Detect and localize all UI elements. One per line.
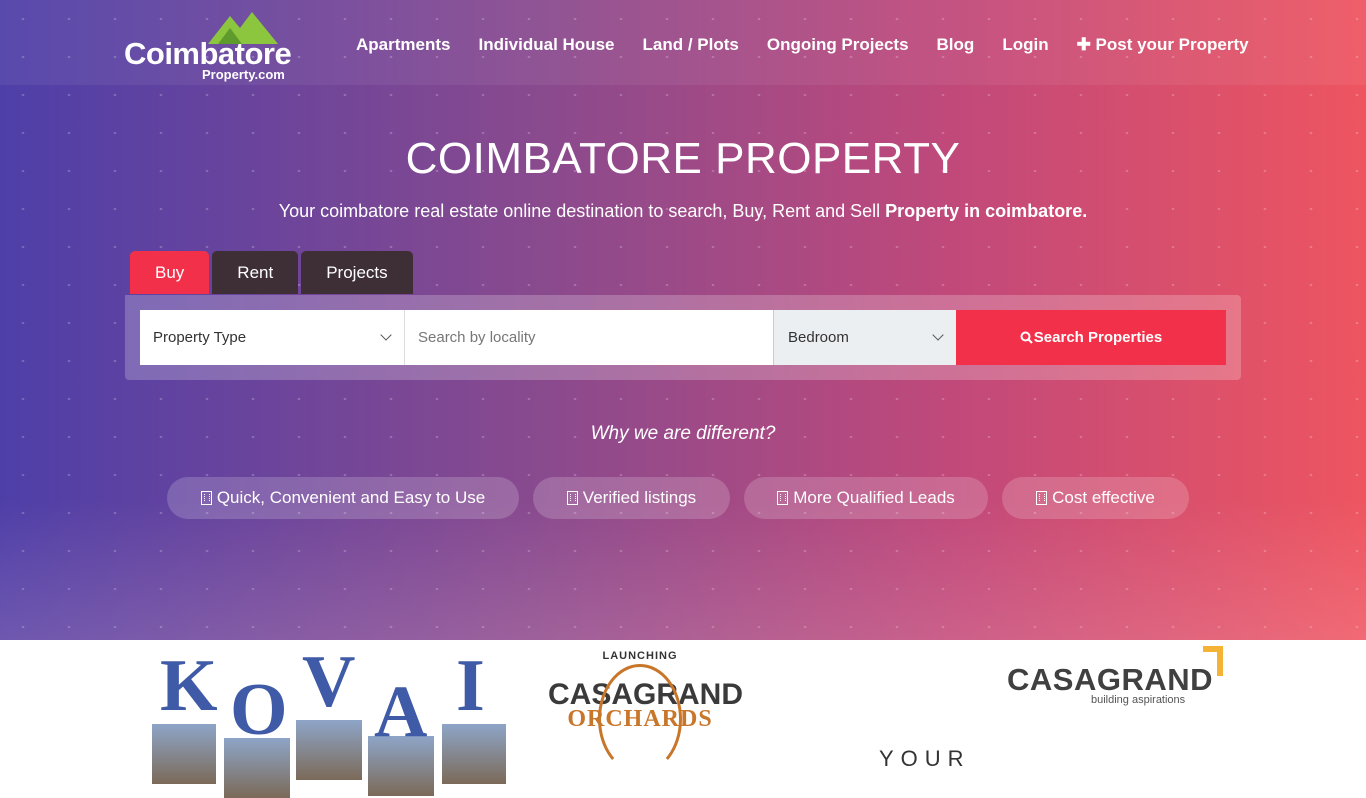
bedroom-label: Bedroom — [788, 329, 849, 346]
feature-quick: Quick, Convenient and Easy to Use — [167, 477, 519, 519]
property-type-select[interactable]: Property Type — [140, 310, 404, 365]
feature-leads: More Qualified Leads — [744, 477, 988, 519]
nav-land-plots[interactable]: Land / Plots — [643, 35, 739, 55]
kovai-ad[interactable]: K O V A I — [152, 641, 508, 798]
nav-post-property[interactable]: ✚ Post your Property — [1077, 35, 1249, 55]
page-title: COIMBATORE PROPERTY — [405, 134, 961, 183]
feature-quick-label: Quick, Convenient and Easy to Use — [216, 488, 486, 507]
subtitle-bold: Property in coimbatore. — [885, 201, 1088, 221]
locality-search-input[interactable]: Search by locality — [404, 310, 773, 365]
kovai-photo — [442, 724, 506, 784]
casagrand-arrow-icon — [1203, 646, 1223, 676]
subtitle-plain: Your coimbatore real estate online desti… — [278, 201, 886, 221]
chevron-down-icon — [380, 329, 392, 341]
building-icon — [1036, 491, 1048, 505]
kovai-photo — [152, 724, 216, 784]
hero-bottom-shade — [0, 500, 1366, 640]
kovai-letter: I — [456, 645, 485, 727]
feature-verified: Verified listings — [533, 477, 730, 519]
nav-ongoing-projects[interactable]: Ongoing Projects — [767, 35, 909, 55]
building-icon — [777, 491, 789, 505]
feature-leads-label: More Qualified Leads — [793, 488, 955, 507]
feature-verified-label: Verified listings — [582, 488, 697, 507]
building-icon — [200, 491, 212, 505]
kovai-letter: A — [374, 671, 428, 753]
search-tabs: Buy Rent Projects — [130, 251, 413, 294]
why-different-heading: Why we are different? — [590, 423, 776, 444]
search-properties-button[interactable]: Search Properties — [956, 310, 1226, 365]
search-panel: Property Type Search by locality Bedroom… — [125, 295, 1241, 380]
orchards-ring — [598, 664, 682, 774]
your-text: YOUR — [879, 746, 971, 771]
chevron-down-icon — [932, 329, 944, 341]
casagrand-name: CASAGRAND — [1007, 662, 1213, 697]
search-icon — [1020, 331, 1033, 344]
casagrand-orchards-ad[interactable]: LAUNCHING CASAGRAND ORCHARDS — [548, 648, 743, 774]
tab-projects[interactable]: Projects — [301, 251, 413, 294]
advertisement-strip: K O V A I LAUNCHING CASAGRAND ORCHARDS C… — [0, 640, 1366, 798]
nav-blog[interactable]: Blog — [937, 35, 975, 55]
site-logo[interactable]: Coimbatore Property.com — [124, 10, 300, 82]
property-type-label: Property Type — [153, 329, 247, 346]
kovai-photo — [296, 720, 362, 780]
nav-login[interactable]: Login — [1002, 35, 1048, 55]
main-menu: Apartments Individual House Land / Plots… — [356, 35, 1249, 55]
page-subtitle: Your coimbatore real estate online desti… — [0, 201, 1366, 222]
logo-sub: Property.com — [202, 67, 285, 82]
feature-cost-label: Cost effective — [1052, 488, 1155, 507]
locality-placeholder: Search by locality — [418, 329, 536, 346]
kovai-letter: O — [230, 669, 288, 751]
tab-buy[interactable]: Buy — [130, 251, 210, 294]
kovai-letter: V — [302, 641, 356, 723]
nav-individual-house[interactable]: Individual House — [478, 35, 614, 55]
launching-label: LAUNCHING — [602, 650, 678, 662]
top-navbar: Coimbatore Property.com Apartments Indiv… — [0, 0, 1366, 85]
nav-apartments[interactable]: Apartments — [356, 35, 450, 55]
hero-banner: Coimbatore Property.com Apartments Indiv… — [0, 0, 1366, 640]
search-button-label: Search Properties — [1033, 329, 1163, 346]
feature-cost: Cost effective — [1002, 477, 1189, 519]
bedroom-select[interactable]: Bedroom — [773, 310, 956, 365]
kovai-letter: K — [160, 645, 218, 727]
tab-rent[interactable]: Rent — [212, 251, 299, 294]
casagrand-ad[interactable]: CASAGRAND building aspirations — [1007, 646, 1227, 706]
building-icon — [566, 491, 578, 505]
